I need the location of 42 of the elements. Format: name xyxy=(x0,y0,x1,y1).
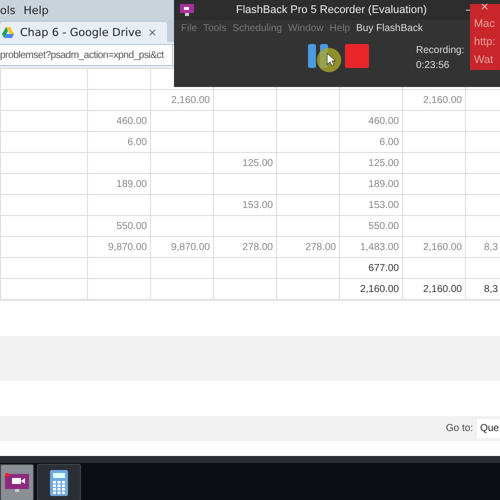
table-cell: 125.00 xyxy=(214,152,276,174)
drive-icon xyxy=(2,26,14,38)
table-cell: 153.00 xyxy=(214,194,276,216)
table-cell: 550.00 xyxy=(340,216,402,236)
table-cell: 6.00 xyxy=(340,132,402,152)
elapsed-time: 0:23:56 xyxy=(416,59,450,73)
popup-text: Mac xyxy=(474,17,495,32)
address-field[interactable]: problemset?psadm_action=xpnd_psi&ct xyxy=(0,44,173,66)
popup-text: http: xyxy=(474,35,496,50)
table-cell: 125.00 xyxy=(340,152,402,174)
table-cell: 2,160.00 xyxy=(402,90,466,110)
table-cell: 2,160.00 xyxy=(402,236,466,258)
table-cell: 189.00 xyxy=(340,174,402,194)
table-cell: 460.00 xyxy=(340,110,402,132)
cursor-highlight-icon xyxy=(316,46,344,74)
table-cell: 2,160.00 xyxy=(402,278,466,300)
recording-label: Recording: xyxy=(416,44,464,58)
table-cell: 677.00 xyxy=(340,258,402,278)
goto-dropdown[interactable]: Que xyxy=(477,419,500,438)
table-cell: 460.00 xyxy=(88,110,150,132)
menu-item[interactable]: ols xyxy=(0,4,16,16)
table-cell: 153.00 xyxy=(340,194,402,216)
table-cell: 9,870.00 xyxy=(88,236,150,258)
taskbar-recorder-icon[interactable] xyxy=(0,464,34,500)
table-cell: 550.00 xyxy=(88,216,150,236)
table-cell: 1,483.00 xyxy=(340,236,402,258)
table-cell: 189.00 xyxy=(88,174,150,194)
browser-tab[interactable]: Chap 6 - Google Drive × xyxy=(0,22,167,42)
table-cell: 9,870.00 xyxy=(150,236,214,258)
window-title: FlashBack Pro 5 Recorder (Evaluation) xyxy=(236,4,427,16)
table-cell: 2,160.00 xyxy=(340,278,402,300)
menu-item[interactable]: Buy FlashBack xyxy=(356,22,423,34)
recorder-icon xyxy=(180,4,194,16)
table-cell: 2,160.00 xyxy=(150,90,214,110)
table-cell: 6.00 xyxy=(88,132,150,152)
menu-item[interactable]: Help xyxy=(24,4,49,16)
taskbar-calculator-icon[interactable] xyxy=(37,464,81,500)
goto-label: Go to: xyxy=(446,423,474,434)
close-icon[interactable]: × xyxy=(148,26,157,38)
table-cell: 278.00 xyxy=(214,236,276,258)
table-cell: 278.00 xyxy=(276,236,340,258)
popup-text: Wat xyxy=(474,53,494,68)
